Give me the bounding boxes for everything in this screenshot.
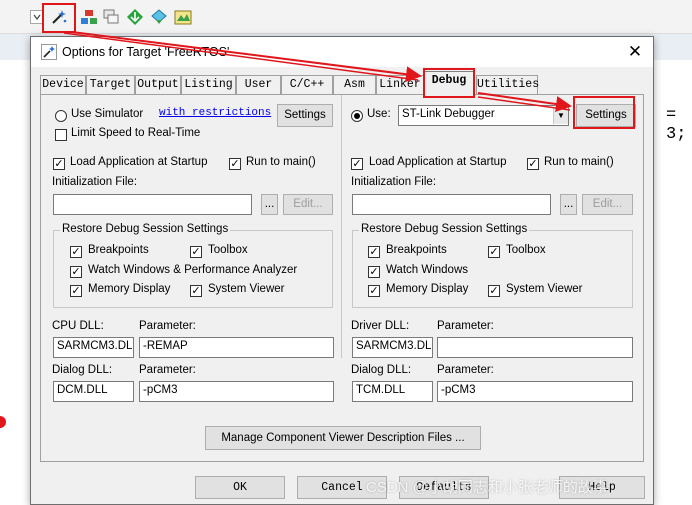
limit-speed-checkbox[interactable] bbox=[55, 129, 67, 141]
right-init-file-edit-button[interactable]: Edit... bbox=[582, 194, 633, 215]
use-simulator-label: Use Simulator bbox=[71, 108, 144, 120]
tab-listing[interactable]: Listing bbox=[181, 75, 236, 94]
cpu-param-label: Parameter: bbox=[139, 320, 196, 332]
right-toolbox-checkbox[interactable]: ✓ bbox=[488, 246, 500, 258]
right-init-file-browse-button[interactable]: ... bbox=[560, 194, 577, 215]
restore-settings-title: Restore Debug Session Settings bbox=[60, 223, 231, 235]
right-watch-windows-label: Watch Windows bbox=[386, 264, 469, 276]
options-button-highlight bbox=[42, 3, 76, 33]
tab-device[interactable]: Device bbox=[40, 75, 86, 94]
download-diamond-icon[interactable] bbox=[124, 6, 146, 28]
init-file-label: Initialization File: bbox=[52, 176, 138, 188]
init-file-browse-button[interactable]: ... bbox=[261, 194, 278, 215]
right-breakpoints-checkbox[interactable]: ✓ bbox=[368, 246, 380, 258]
tab-asm[interactable]: Asm bbox=[333, 75, 376, 94]
right-init-file-input[interactable] bbox=[352, 194, 551, 215]
right-dialog-param-label: Parameter: bbox=[437, 364, 494, 376]
cpu-dll-label: CPU DLL: bbox=[52, 320, 104, 332]
use-simulator-radio[interactable] bbox=[55, 110, 67, 122]
system-viewer-checkbox[interactable]: ✓ bbox=[190, 285, 202, 297]
settings-button-highlight bbox=[573, 96, 635, 129]
right-dialog-param-input[interactable]: -pCM3 bbox=[437, 381, 633, 402]
driver-param-input[interactable] bbox=[437, 337, 633, 358]
driver-param-label: Parameter: bbox=[437, 320, 494, 332]
watch-windows-label: Watch Windows & Performance Analyzer bbox=[88, 264, 298, 276]
memory-display-checkbox[interactable]: ✓ bbox=[70, 285, 82, 297]
right-toolbox-label: Toolbox bbox=[506, 244, 546, 256]
close-icon[interactable]: ✕ bbox=[623, 41, 647, 63]
manage-project-icon[interactable] bbox=[100, 6, 122, 28]
debug-tab-panel: Use Simulator with restrictions Settings… bbox=[40, 94, 644, 462]
right-run-to-main-label: Run to main() bbox=[544, 156, 614, 168]
ok-button[interactable]: OK bbox=[195, 476, 285, 499]
driver-dll-label: Driver DLL: bbox=[351, 320, 410, 332]
use-debugger-radio[interactable] bbox=[351, 110, 363, 122]
right-load-app-checkbox[interactable]: ✓ bbox=[351, 158, 363, 170]
right-load-app-label: Load Application at Startup bbox=[369, 156, 507, 168]
with-restrictions-link[interactable]: with restrictions bbox=[159, 107, 271, 119]
use-label: Use: bbox=[367, 108, 391, 120]
manage-component-viewer-button[interactable]: Manage Component Viewer Description File… bbox=[205, 426, 481, 450]
run-to-main-label: Run to main() bbox=[246, 156, 316, 168]
component-icon[interactable] bbox=[148, 6, 170, 28]
dialog-dll-label: Dialog DLL: bbox=[52, 364, 113, 376]
right-run-to-main-checkbox[interactable]: ✓ bbox=[527, 158, 539, 170]
debugger-select-value: ST-Link Debugger bbox=[402, 108, 495, 120]
run-tools-icon[interactable] bbox=[78, 6, 100, 28]
load-app-checkbox[interactable]: ✓ bbox=[53, 158, 65, 170]
tab-utilities[interactable]: Utilities bbox=[476, 75, 539, 94]
dialog-title: Options for Target 'FreeRTOS' bbox=[62, 45, 230, 59]
right-restore-settings-title: Restore Debug Session Settings bbox=[359, 223, 530, 235]
watermark: CSDN @小胡同志和小张老师的故事 bbox=[366, 479, 608, 496]
right-breakpoints-label: Breakpoints bbox=[386, 244, 447, 256]
memory-display-label: Memory Display bbox=[88, 283, 171, 295]
cpu-dll-input[interactable]: SARMCM3.DLL bbox=[53, 337, 134, 358]
cpu-param-input[interactable]: -REMAP bbox=[139, 337, 334, 358]
right-memory-display-checkbox[interactable]: ✓ bbox=[368, 285, 380, 297]
right-system-viewer-label: System Viewer bbox=[506, 283, 583, 295]
pack-installer-icon[interactable] bbox=[172, 6, 194, 28]
right-dialog-dll-label: Dialog DLL: bbox=[351, 364, 412, 376]
tab-output[interactable]: Output bbox=[135, 75, 181, 94]
toolbox-checkbox[interactable]: ✓ bbox=[190, 246, 202, 258]
init-file-edit-button[interactable]: Edit... bbox=[283, 194, 333, 215]
simulator-settings-button[interactable]: Settings bbox=[277, 104, 333, 127]
dialog-titlebar: Options for Target 'FreeRTOS' ✕ bbox=[31, 37, 653, 67]
right-system-viewer-checkbox[interactable]: ✓ bbox=[488, 285, 500, 297]
debug-tab-highlight bbox=[423, 68, 475, 98]
driver-dll-input[interactable]: SARMCM3.DLL bbox=[352, 337, 433, 358]
toolbox-label: Toolbox bbox=[208, 244, 248, 256]
magic-wand-title-icon bbox=[41, 44, 57, 60]
options-dialog: Options for Target 'FreeRTOS' ✕ Device T… bbox=[30, 36, 654, 505]
system-viewer-label: System Viewer bbox=[208, 283, 285, 295]
breakpoints-label: Breakpoints bbox=[88, 244, 149, 256]
tab-c-cpp[interactable]: C/C++ bbox=[281, 75, 333, 94]
code-fragment: = 3; bbox=[666, 106, 687, 144]
limit-speed-label: Limit Speed to Real-Time bbox=[71, 127, 201, 139]
ide-toolbar bbox=[0, 0, 692, 34]
dialog-dll-input[interactable]: DCM.DLL bbox=[53, 381, 134, 402]
tab-linker[interactable]: Linker bbox=[376, 75, 424, 94]
dialog-param-input[interactable]: -pCM3 bbox=[139, 381, 334, 402]
watch-windows-checkbox[interactable]: ✓ bbox=[70, 266, 82, 278]
init-file-input[interactable] bbox=[53, 194, 252, 215]
right-memory-display-label: Memory Display bbox=[386, 283, 469, 295]
column-divider bbox=[341, 95, 342, 358]
tab-target[interactable]: Target bbox=[86, 75, 135, 94]
right-dialog-dll-input[interactable]: TCM.DLL bbox=[352, 381, 433, 402]
tab-user[interactable]: User bbox=[236, 75, 281, 94]
right-init-file-label: Initialization File: bbox=[351, 176, 437, 188]
breakpoints-checkbox[interactable]: ✓ bbox=[70, 246, 82, 258]
run-to-main-checkbox[interactable]: ✓ bbox=[229, 158, 241, 170]
right-watch-windows-checkbox[interactable]: ✓ bbox=[368, 266, 380, 278]
debugger-select[interactable]: ST-Link Debugger bbox=[398, 105, 569, 126]
load-app-label: Load Application at Startup bbox=[70, 156, 208, 168]
dialog-param-label: Parameter: bbox=[139, 364, 196, 376]
chevron-down-icon[interactable]: ▼ bbox=[553, 107, 568, 124]
